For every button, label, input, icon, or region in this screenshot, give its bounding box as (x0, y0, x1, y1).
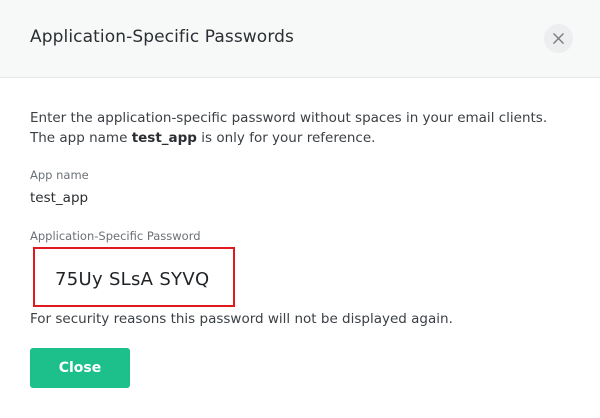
dialog-close-button[interactable] (544, 24, 573, 53)
password-value: 75Uy SLsA SYVQ (55, 269, 210, 290)
app-name-value: test_app (30, 190, 89, 206)
dialog-title: Application-Specific Passwords (30, 27, 294, 47)
app-name-label: App name (30, 168, 89, 182)
security-notice: For security reasons this password will … (30, 311, 453, 327)
dialog-header: Application-Specific Passwords (0, 0, 600, 78)
password-label: Application-Specific Password (30, 229, 201, 243)
intro-app-name: test_app (131, 130, 197, 146)
app-password-dialog: Application-Specific Passwords Enter the… (0, 0, 600, 418)
intro-text: Enter the application-specific password … (30, 108, 570, 148)
close-button[interactable]: Close (30, 348, 130, 388)
password-highlight-box: 75Uy SLsA SYVQ (33, 247, 235, 307)
close-icon (553, 33, 564, 44)
intro-text-part2: is only for your reference. (196, 130, 376, 146)
